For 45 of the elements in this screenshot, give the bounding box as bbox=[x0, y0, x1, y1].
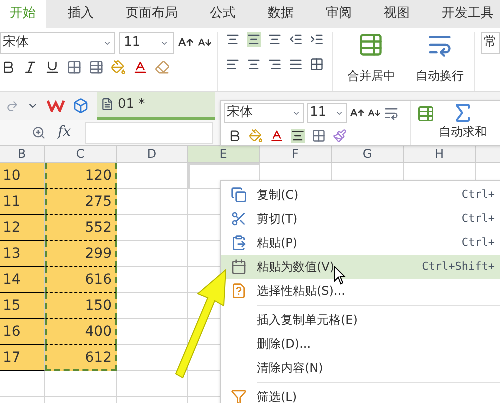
ribbon-tab[interactable]: 插入 bbox=[58, 0, 104, 28]
wrap-text-button[interactable]: 自动换行 bbox=[410, 32, 470, 91]
menu-item[interactable]: 插入复制单元格(E) bbox=[221, 308, 500, 332]
table-cell: 14 bbox=[0, 267, 45, 293]
table-cell: 400 bbox=[45, 319, 117, 345]
menu-item[interactable]: 筛选(L) bbox=[221, 385, 500, 403]
table-cell: 17 bbox=[0, 345, 45, 371]
table-cell: 150 bbox=[45, 293, 117, 319]
table-cell: 12 bbox=[0, 215, 45, 241]
ribbon-tab[interactable]: 视图 bbox=[374, 0, 420, 28]
table-cell: 552 bbox=[45, 215, 117, 241]
menu-item[interactable]: 剪切(T) Ctrl+ bbox=[221, 207, 500, 231]
ribbon-tab[interactable]: 开发工具 bbox=[432, 0, 500, 28]
ribbon-tab[interactable]: 审阅 bbox=[316, 0, 362, 28]
ribbon-tab[interactable]: 开始 bbox=[0, 0, 46, 28]
table-cell: 11 bbox=[0, 189, 45, 215]
table-cell: 13 bbox=[0, 241, 45, 267]
menu-item[interactable]: 清除内容(N) bbox=[221, 356, 500, 380]
number-format-field[interactable]: 常 bbox=[481, 32, 500, 54]
table-cell: 10 bbox=[0, 163, 45, 189]
table-cell: 16 bbox=[0, 319, 45, 345]
merge-center-button[interactable]: 合并居中 bbox=[332, 32, 410, 91]
table-cell: 15 bbox=[0, 293, 45, 319]
table-cell: 275 bbox=[45, 189, 117, 215]
ribbon-tab[interactable]: 数据 bbox=[258, 0, 304, 28]
function-label[interactable]: fx bbox=[58, 122, 72, 143]
column-header[interactable]: B bbox=[0, 146, 45, 162]
column-header[interactable]: E bbox=[188, 146, 260, 162]
table-cell: 299 bbox=[45, 241, 117, 267]
font-size-field[interactable]: 11 bbox=[307, 103, 347, 123]
autosum-button[interactable]: 自动求和 bbox=[439, 101, 487, 145]
menu-item[interactable]: 粘贴为数值(V) Ctrl+Shift+ bbox=[221, 255, 500, 279]
column-header[interactable]: C bbox=[45, 146, 117, 162]
table-cell: 616 bbox=[45, 267, 117, 293]
menu-item[interactable]: 粘贴(P) Ctrl+ bbox=[221, 231, 500, 255]
document-tab[interactable]: 01 * bbox=[97, 92, 215, 120]
table-cell: 120 bbox=[45, 163, 117, 189]
font-name-field[interactable]: 宋体 bbox=[224, 103, 304, 123]
menu-item[interactable]: 复制(C) Ctrl+ bbox=[221, 183, 500, 207]
ribbon-tab[interactable]: 页面布局 bbox=[116, 0, 188, 28]
ribbon-tab[interactable]: 公式 bbox=[200, 0, 246, 28]
font-size-field[interactable]: 11 bbox=[119, 32, 174, 54]
table-cell: 612 bbox=[45, 345, 117, 371]
font-name-field[interactable]: 宋体 bbox=[0, 32, 115, 54]
menu-item[interactable]: 删除(D)... bbox=[221, 332, 500, 356]
